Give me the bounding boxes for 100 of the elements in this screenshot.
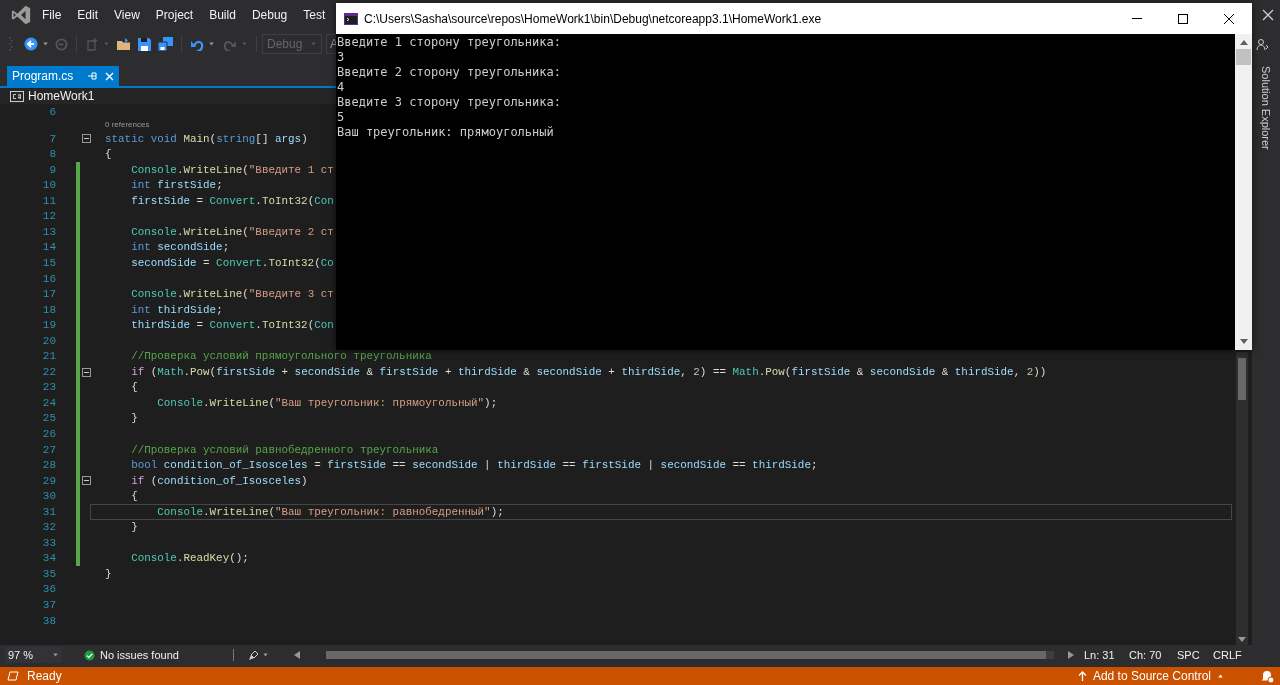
caret-icon[interactable]	[42, 41, 49, 47]
code-line: int thirdSide;	[130, 302, 223, 318]
scroll-left-icon[interactable]	[294, 651, 300, 659]
code-line: Console.ReadKey();	[130, 551, 249, 567]
whitespace-indicator: SPC	[1177, 647, 1201, 663]
line-ending-indicator: CRLF	[1213, 647, 1242, 663]
horizontal-scrollbar[interactable]	[326, 651, 1054, 659]
line-number: 30	[41, 489, 56, 505]
console-line: 3	[337, 50, 345, 65]
line-number: 6	[48, 104, 56, 120]
zoom-dropdown[interactable]: 97 %	[5, 647, 62, 663]
scroll-up-icon[interactable]	[1239, 40, 1248, 45]
menu-item[interactable]: View	[106, 6, 148, 24]
forward-icon	[55, 37, 68, 51]
line-number: 7	[48, 131, 56, 147]
menu-item[interactable]: Edit	[69, 6, 107, 24]
column-indicator: Ch: 70	[1129, 647, 1163, 663]
code-line: static void Main(string[] args)	[105, 131, 308, 147]
line-number: 17	[41, 287, 56, 303]
code-line: Console.WriteLine("Ваш треугольник: равнобедренный");	[156, 504, 504, 520]
logo-icon	[10, 4, 32, 26]
line-indicator: Ln: 31	[1084, 647, 1116, 663]
code-line: Console.WriteLine("Введите 2 ст	[130, 224, 334, 240]
line-number: 35	[41, 566, 56, 582]
close-icon[interactable]	[1262, 9, 1274, 21]
file-tab[interactable]: Program.cs	[7, 66, 120, 86]
folder-icon[interactable]	[116, 37, 132, 51]
line-number: 32	[41, 520, 56, 536]
line-number: 31	[41, 504, 56, 520]
issues-indicator[interactable]: No issues found	[84, 646, 224, 664]
status-text: Ready	[27, 668, 62, 685]
project-dropdown[interactable]: HomeWork1	[10, 88, 95, 104]
scroll-down-icon[interactable]	[1238, 637, 1246, 642]
pin-icon[interactable]	[87, 71, 98, 81]
notification-icon[interactable]	[1260, 669, 1274, 683]
menu-item[interactable]: Project	[147, 6, 202, 24]
line-number: 22	[41, 364, 56, 380]
grip-icon	[9, 36, 13, 52]
person-icon[interactable]	[1256, 37, 1269, 51]
caret-icon	[1217, 673, 1224, 679]
line-number: 29	[41, 473, 56, 489]
caret-icon	[103, 41, 110, 47]
code-line: Console.WriteLine("Введите 3 ст	[130, 287, 334, 303]
status-icon	[7, 671, 19, 681]
line-number: 27	[41, 442, 56, 458]
line-number: 36	[41, 582, 56, 598]
line-number: 13	[41, 224, 56, 240]
scroll-right-icon[interactable]	[1068, 651, 1074, 659]
code-line: Console.WriteLine("Ваш треугольник: прямоугольный");	[156, 395, 498, 411]
code-line: int firstSide;	[130, 178, 223, 194]
caret-icon	[262, 652, 269, 658]
csharp-project-icon	[10, 90, 24, 102]
code-line: //Проверка условий равнобедренного треугольника	[130, 442, 439, 458]
back-icon[interactable]	[24, 37, 38, 51]
line-number: 15	[41, 255, 56, 271]
code-line: bool condition_of_Isosceles = firstSide == secondSide | thirdSide == firstSide | secondSide == thirdSide;	[130, 458, 818, 474]
scroll-down-icon[interactable]	[1239, 339, 1248, 344]
code-line: }	[130, 411, 138, 427]
menu-item[interactable]: Test	[295, 6, 334, 24]
line-number: 16	[41, 271, 56, 287]
solution-explorer-tab[interactable]: Solution Explorer	[1255, 66, 1277, 150]
vertical-scrollbar[interactable]	[1236, 352, 1248, 645]
code-line: }	[130, 520, 138, 536]
window-title: C:\Users\Sasha\source\repos\HomeWork1\bin\Debug\netcoreapp3.1\HomeWork1.exe	[364, 10, 822, 28]
codelens-link[interactable]: 0 references	[105, 120, 150, 131]
scrollbar-thumb[interactable]	[1238, 358, 1246, 400]
caret-icon[interactable]	[208, 41, 215, 47]
line-number: 21	[41, 349, 56, 365]
line-number: 25	[41, 411, 56, 427]
console-app-icon	[344, 12, 358, 25]
line-number: 20	[41, 333, 56, 349]
menu-item[interactable]: Debug	[243, 6, 296, 24]
console-line: Введите 3 сторону треугольника:	[337, 95, 561, 110]
scrollbar-thumb[interactable]	[1236, 49, 1251, 65]
collapse-icon[interactable]	[82, 367, 91, 377]
new-item-icon	[85, 37, 99, 51]
code-line: //Проверка условий прямоугольного треугольника	[130, 349, 432, 365]
console-line: Введите 1 сторону треугольника:	[337, 35, 561, 50]
code-line: {	[130, 489, 138, 505]
code-line: int secondSide;	[130, 240, 230, 256]
source-control-button[interactable]: Add to Source Control	[1077, 667, 1224, 685]
line-number: 19	[41, 318, 56, 334]
line-number: 23	[41, 380, 56, 396]
code-line: secondSide = Convert.ToInt32(Co	[130, 256, 334, 271]
caret-icon	[52, 652, 59, 658]
collapse-icon[interactable]	[82, 476, 91, 486]
caret-icon	[310, 41, 317, 47]
menu-item[interactable]: Build	[201, 6, 244, 24]
code-line: if (Math.Pow(firstSide + secondSide & firstSide + thirdSide & secondSide + thirdSide, 2) == Math.Pow(firstSide & secondSide & thirdSide, 2))	[130, 364, 1047, 380]
save-all-icon[interactable]	[158, 37, 173, 51]
menu-item[interactable]: File	[34, 6, 70, 24]
save-icon[interactable]	[138, 37, 151, 51]
code-line: }	[105, 566, 112, 582]
collapse-icon[interactable]	[82, 134, 91, 144]
code-line: {	[130, 380, 138, 396]
line-number: 18	[41, 302, 56, 318]
code-line: Console.WriteLine("Введите 1 ст	[130, 162, 334, 178]
code-line: if (condition_of_Isosceles)	[130, 473, 308, 489]
line-number: 10	[41, 178, 56, 194]
console-scrollbar[interactable]	[1235, 34, 1252, 350]
